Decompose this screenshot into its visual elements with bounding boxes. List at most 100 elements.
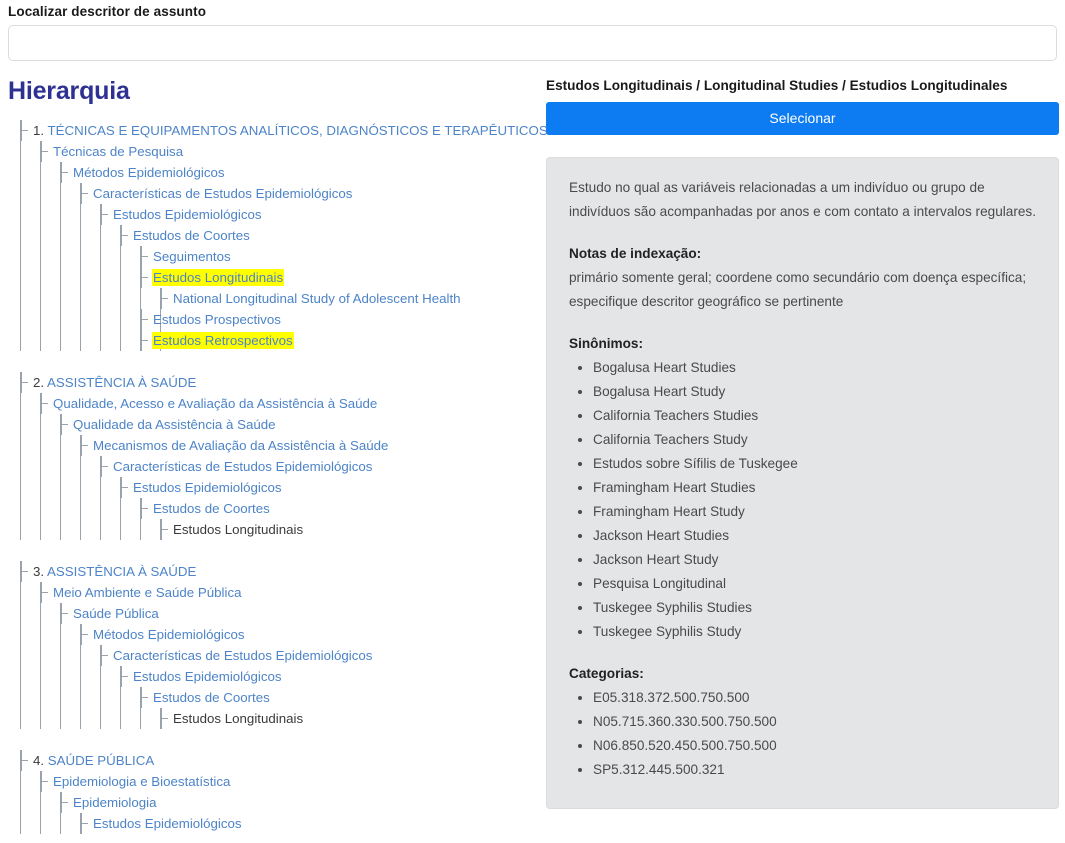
tree-branch-icon (20, 120, 32, 141)
tree-node-link[interactable]: Métodos Epidemiológicos (73, 162, 225, 183)
tree-node-link[interactable]: Estudos de Coortes (153, 498, 270, 519)
tree-node-link[interactable]: Características de Estudos Epidemiológic… (93, 183, 352, 204)
tree-node-link[interactable]: Estudos de Coortes (153, 687, 270, 708)
tree-node-link[interactable]: 4. SAÚDE PÚBLICA (33, 750, 154, 771)
tree-node: Estudos Retrospectivos (8, 330, 546, 351)
tree-node: Estudos Epidemiológicos (8, 666, 546, 687)
tree-node: Estudos Longitudinais (8, 267, 546, 288)
tree-branch-icon (40, 141, 52, 162)
synonym-item: California Teachers Study (593, 428, 1036, 452)
tree-branch-icon (60, 414, 72, 435)
tree-node-link[interactable]: National Longitudinal Study of Adolescen… (173, 288, 461, 309)
highlight-mark: Estudos Longitudinais (153, 270, 284, 285)
synonym-item: Tuskegee Syphilis Study (593, 620, 1036, 644)
tree-node-link[interactable]: 2. ASSISTÊNCIA À SAÚDE (33, 372, 196, 393)
tree-node-link[interactable]: Meio Ambiente e Saúde Pública (53, 582, 242, 603)
tree-branch-icon (60, 162, 72, 183)
tree-node-link[interactable]: Estudos Epidemiológicos (113, 204, 262, 225)
page-title: Hierarquia (8, 77, 130, 105)
tree-node: Qualidade da Assistência à Saúde (8, 414, 546, 435)
tree-node: National Longitudinal Study of Adolescen… (8, 288, 546, 309)
tree-node-link[interactable]: Qualidade, Acesso e Avaliação da Assistê… (53, 393, 377, 414)
tree-branch-icon (160, 708, 172, 729)
tree-branch-icon (20, 372, 32, 393)
synonym-item: Tuskegee Syphilis Studies (593, 596, 1036, 620)
synonym-item: Pesquisa Longitudinal (593, 572, 1036, 596)
tree-node-link[interactable]: Qualidade da Assistência à Saúde (73, 414, 276, 435)
tree-node: Epidemiologia (8, 792, 546, 813)
synonym-item: Framingham Heart Study (593, 500, 1036, 524)
hierarchy-block: 2. ASSISTÊNCIA À SAÚDE Qualidade, Acesso … (8, 372, 546, 540)
tree-node-link[interactable]: Saúde Pública (73, 603, 159, 624)
hierarchy-block: 4. SAÚDE PÚBLICA Epidemiologia e Bioestat… (8, 750, 546, 834)
tree-node-link[interactable]: Epidemiologia (73, 792, 157, 813)
synonym-item: Jackson Heart Studies (593, 524, 1036, 548)
tree-branch-icon (80, 624, 92, 645)
tree-branch-icon (60, 792, 72, 813)
select-button[interactable]: Selecionar (546, 102, 1059, 135)
tree-node-link[interactable]: Estudos Longitudinais (153, 267, 284, 288)
tree-node-link[interactable]: 3. ASSISTÊNCIA À SAÚDE (33, 561, 196, 582)
tree-node-link[interactable]: Mecanismos de Avaliação da Assistência à… (93, 435, 388, 456)
tree-branch-icon (40, 393, 52, 414)
tree-node: Características de Estudos Epidemiológic… (8, 645, 546, 666)
synonym-item: Estudos sobre Sífilis de Tuskegee (593, 452, 1036, 476)
hierarchy-block: 3. ASSISTÊNCIA À SAÚDE Meio Ambiente e Sa… (8, 561, 546, 729)
tree-node: Métodos Epidemiológicos (8, 162, 546, 183)
tree-branch-icon (140, 330, 152, 351)
tree-branch-icon (140, 246, 152, 267)
tree-node-link[interactable]: Estudos Retrospectivos (153, 330, 293, 351)
tree-branch-icon (100, 456, 112, 477)
category-item: E05.318.372.500.750.500 (593, 686, 1036, 710)
synonym-item: Bogalusa Heart Studies (593, 356, 1036, 380)
tree-node-link[interactable]: Seguimentos (153, 246, 231, 267)
tree-branch-icon (120, 666, 132, 687)
tree-node-link[interactable]: Características de Estudos Epidemiológic… (113, 456, 372, 477)
hierarchy-tree: 1. TÉCNICAS E EQUIPAMENTOS ANALÍTICOS, D… (8, 120, 548, 834)
page-root: Localizar descritor de assunto Hierarqui… (0, 0, 1065, 843)
descriptor-definition: Estudo no qual as variáveis relacionadas… (569, 180, 1036, 219)
synonyms-heading: Sinônimos: (569, 336, 644, 351)
tree-branch-icon (20, 750, 32, 771)
tree-branch-icon (160, 519, 172, 540)
category-item: N06.850.520.450.500.750.500 (593, 734, 1036, 758)
tree-node-label: Estudos Longitudinais (173, 711, 304, 726)
descriptor-info-panel: Estudo no qual as variáveis relacionadas… (546, 157, 1059, 809)
synonym-item: Framingham Heart Studies (593, 476, 1036, 500)
tree-node-link[interactable]: Técnicas de Pesquisa (53, 141, 183, 162)
search-input[interactable] (8, 25, 1057, 61)
tree-node-link[interactable]: Características de Estudos Epidemiológic… (113, 645, 372, 666)
tree-node-link[interactable]: 1. TÉCNICAS E EQUIPAMENTOS ANALÍTICOS, D… (33, 120, 548, 141)
hierarchy-column: Hierarquia 1. TÉCNICAS E EQUIPAMENTOS AN… (8, 77, 548, 834)
tree-node-link[interactable]: Métodos Epidemiológicos (93, 624, 245, 645)
synonym-item: Jackson Heart Study (593, 548, 1036, 572)
tree-branch-icon (140, 309, 152, 330)
tree-node: Estudos Epidemiológicos (8, 813, 546, 834)
tree-node: Estudos de Coortes (8, 498, 546, 519)
highlight-mark: Estudos Retrospectivos (153, 333, 293, 348)
tree-node: Mecanismos de Avaliação da Assistência à… (8, 435, 546, 456)
tree-branch-icon (100, 645, 112, 666)
indexing-notes-text: primário somente geral; coordene como se… (569, 270, 1027, 309)
tree-node-link[interactable]: Epidemiologia e Bioestatística (53, 771, 230, 792)
indexing-notes-heading: Notas de indexação: (569, 246, 702, 261)
synonym-item: Bogalusa Heart Study (593, 380, 1036, 404)
tree-node-link[interactable]: Estudos Prospectivos (153, 309, 281, 330)
tree-node: Estudos Epidemiológicos (8, 477, 546, 498)
tree-node: Métodos Epidemiológicos (8, 624, 546, 645)
tree-node: Meio Ambiente e Saúde Pública (8, 582, 546, 603)
tree-branch-icon (80, 435, 92, 456)
main-columns: Hierarquia 1. TÉCNICAS E EQUIPAMENTOS AN… (8, 77, 1059, 834)
tree-branch-icon (80, 813, 92, 834)
tree-node-link[interactable]: Estudos Epidemiológicos (133, 666, 282, 687)
tree-branch-icon (100, 204, 112, 225)
tree-node-link[interactable]: Estudos de Coortes (133, 225, 250, 246)
descriptor-column: Estudos Longitudinais / Longitudinal Stu… (546, 77, 1059, 809)
tree-node-link[interactable]: Estudos Epidemiológicos (93, 813, 242, 834)
search-label: Localizar descritor de assunto (8, 4, 207, 19)
category-item: N05.715.360.330.500.750.500 (593, 710, 1036, 734)
synonyms-list: Bogalusa Heart StudiesBogalusa Heart Stu… (569, 356, 1036, 644)
tree-node-link[interactable]: Estudos Epidemiológicos (133, 477, 282, 498)
category-item: SP5.312.445.500.321 (593, 758, 1036, 782)
tree-branch-icon (160, 288, 172, 309)
